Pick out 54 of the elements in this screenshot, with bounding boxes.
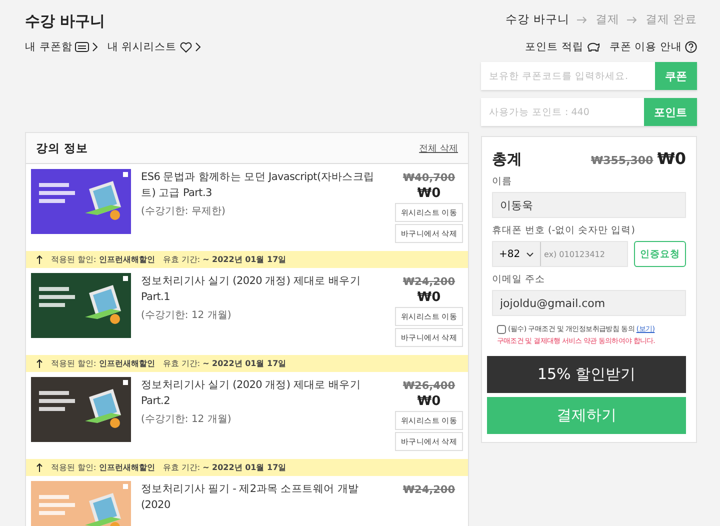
help-link[interactable]: 쿠폰 이용 안내 — [609, 40, 697, 54]
discount-period: 유효 기간: ~ 2022년 01월 17일 — [162, 462, 286, 473]
agree-checkbox[interactable] — [497, 325, 506, 334]
price: ₩0 — [417, 290, 441, 305]
nav-link[interactable]: 내 위시리스트 — [107, 40, 201, 54]
price: ₩0 — [417, 394, 441, 409]
step-label: 수강 바구니 — [506, 12, 570, 27]
course-period: (수강기한: 12 개월) — [141, 413, 232, 426]
original-price: ₩24,200 — [402, 276, 456, 288]
price: ₩0 — [417, 186, 441, 201]
arrow-icon — [627, 16, 638, 24]
total-price: ₩0 — [657, 149, 686, 168]
ticket-icon — [75, 42, 90, 52]
original-total: ₩355,300 — [590, 154, 654, 167]
original-price: ₩26,400 — [402, 380, 456, 392]
field-label: 휴대폰 번호 (-없이 숫자만 입력) — [492, 224, 636, 237]
country-select[interactable]: +82 — [493, 242, 541, 266]
original-price: ₩24,200 — [402, 484, 456, 496]
email-field[interactable]: jojoldu@gmail.com — [492, 290, 686, 316]
course-title[interactable]: ES6 문법과 함께하는 모던 Javascript(자바스크립트) 고급 Part.3 — [141, 169, 385, 201]
chevron-down-icon — [526, 252, 534, 256]
clear-all-link[interactable]: 전체 삭제 — [419, 142, 458, 154]
discount-period: 유효 기간: ~ 2022년 01월 17일 — [162, 254, 286, 265]
field-label: 이메일 주소 — [492, 273, 546, 286]
chevron-icon — [92, 42, 98, 52]
course-title[interactable]: 정보처리기사 실기 (2020 개정) 제대로 배우기 Part.2 — [141, 377, 385, 409]
summary-title: 총계 — [492, 150, 522, 169]
section-title: 강의 정보 — [36, 140, 88, 156]
help-link[interactable]: 포인트 적립 — [524, 40, 600, 54]
help-icon — [685, 41, 697, 53]
course-period: (수강기한: 무제한) — [141, 205, 226, 218]
name-field[interactable]: 이동욱 — [492, 192, 686, 218]
page-title: 수강 바구니 — [25, 12, 106, 31]
discount-label: 적용된 할인: 인프런새해할인 — [51, 358, 155, 369]
original-price: ₩40,700 — [402, 172, 456, 184]
arrow-icon — [577, 16, 588, 24]
course-title[interactable]: 정보처리기사 필기 - 제2과목 소프트웨어 개발 (2020 — [141, 481, 385, 513]
step-label: 결제 완료 — [645, 12, 697, 27]
heart-icon — [180, 42, 192, 52]
discount-period: 유효 기간: ~ 2022년 01월 17일 — [162, 358, 286, 369]
discount-label: 적용된 할인: 인프런새해할인 — [51, 462, 155, 473]
discount-button[interactable]: 15% 할인받기 — [487, 356, 686, 393]
arrow-up-icon — [36, 359, 43, 368]
discount-label: 적용된 할인: 인프런새해할인 — [51, 254, 155, 265]
arrow-up-icon — [36, 255, 43, 264]
course-period: (수강기한: 12 개월) — [141, 309, 232, 322]
piggy-bank-icon — [586, 41, 600, 53]
arrow-up-icon — [36, 463, 43, 472]
chevron-icon — [194, 42, 201, 52]
field-label: 이름 — [492, 175, 513, 188]
step-label: 결제 — [595, 12, 620, 27]
phone-field[interactable]: +82 ex) 010123412 — [492, 241, 628, 267]
course-title[interactable]: 정보처리기사 실기 (2020 개정) 제대로 배우기 Part.1 — [141, 273, 385, 305]
nav-link[interactable]: 내 쿠폰함 — [25, 40, 98, 54]
